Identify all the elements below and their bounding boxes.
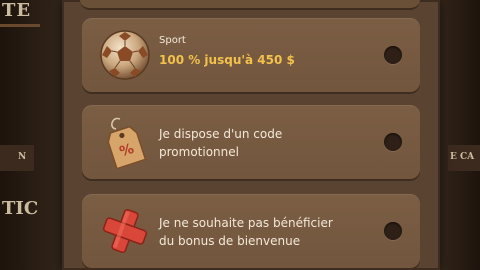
background-left-label: N bbox=[18, 152, 27, 162]
background-title-text: TE bbox=[2, 0, 32, 21]
background-bar-left bbox=[0, 145, 34, 171]
option-label: Je ne souhaite pas bénéficier du bonus d… bbox=[159, 214, 333, 250]
option-label: Je dispose d'un code promotionnel bbox=[159, 125, 282, 161]
option-radio[interactable] bbox=[384, 46, 402, 64]
background-left bbox=[0, 0, 62, 270]
red-cross-icon bbox=[98, 204, 152, 258]
soccer-ball-icon bbox=[98, 28, 152, 82]
background-ribbon bbox=[0, 24, 40, 27]
option-label-line2: promotionnel bbox=[159, 145, 239, 159]
option-title: Sport bbox=[159, 35, 186, 46]
background-right bbox=[440, 0, 480, 270]
option-label-line1: Je ne souhaite pas bénéficier bbox=[159, 216, 333, 230]
bonus-option-promo-code[interactable]: % Je dispose d'un code promotionnel bbox=[82, 105, 420, 179]
bonus-option-no-bonus[interactable]: Je ne souhaite pas bénéficier du bonus d… bbox=[82, 194, 420, 268]
option-label-line2: du bonus de bienvenue bbox=[159, 234, 301, 248]
option-radio[interactable] bbox=[384, 222, 402, 240]
background-mid-text: TIC bbox=[2, 198, 39, 219]
previous-option-edge bbox=[80, 0, 420, 10]
option-radio[interactable] bbox=[384, 133, 402, 151]
option-bonus-amount: 100 % jusqu'à 450 $ bbox=[159, 53, 295, 67]
bonus-option-sport[interactable]: Sport 100 % jusqu'à 450 $ bbox=[82, 18, 420, 92]
option-label-line1: Je dispose d'un code bbox=[159, 127, 283, 141]
background-right-label: E CA bbox=[450, 152, 475, 162]
bonus-selection-panel: Sport 100 % jusqu'à 450 $ % Je dispose d… bbox=[62, 0, 440, 270]
price-tag-icon: % bbox=[98, 115, 152, 170]
